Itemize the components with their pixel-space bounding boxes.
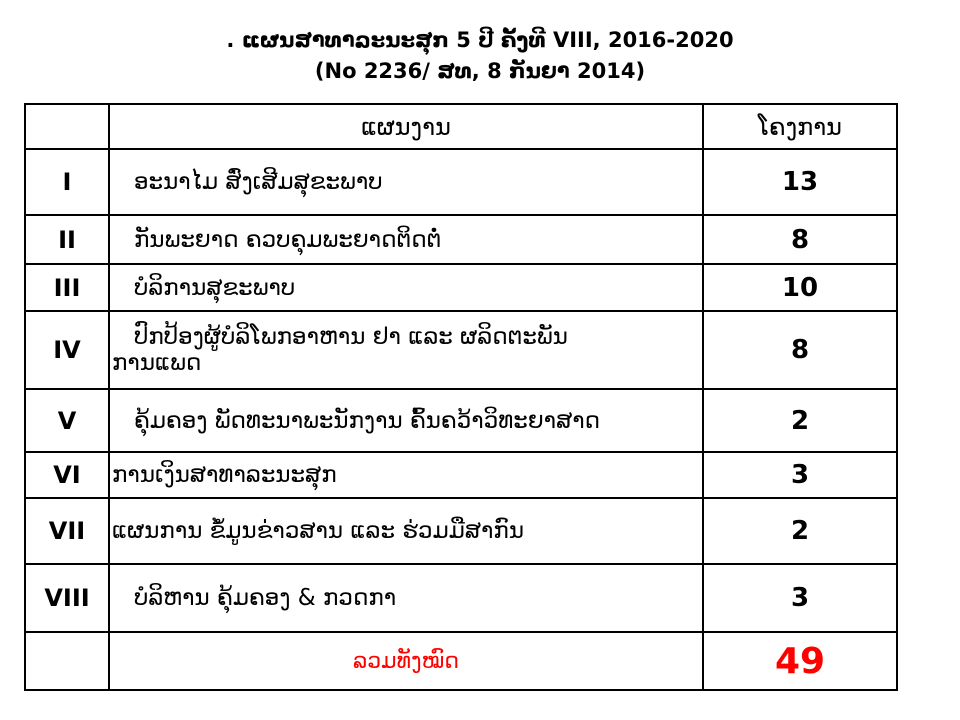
row-plan-text: ອະນາໄມ ສົ່ງເສີມສຸຂະພາບ bbox=[134, 169, 383, 195]
table-header-row: ແຜນງານ ໂຄງການ bbox=[24, 103, 898, 150]
health-plan-table: ແຜນງານ ໂຄງການ I ອະນາໄມ ສົ່ງເສີມສຸຂະພາບ 1… bbox=[24, 103, 898, 691]
row-plan-text: ກັນພະຍາດ ຄວບຄຸມພະຍາດຕິດຕໍ່ bbox=[134, 226, 442, 253]
table-row: III ບໍລິການສຸຂະພາບ 10 bbox=[24, 263, 898, 312]
row-project-count: 10 bbox=[702, 263, 898, 312]
row-number: I bbox=[24, 148, 110, 216]
table-row: V ຄຸ້ມຄອງ ພັດທະນາພະນັກງານ ຄົ້ນຄວ້າວິທະຍາ… bbox=[24, 388, 898, 453]
total-value: 49 bbox=[702, 631, 898, 691]
row-plan-name: ອະນາໄມ ສົ່ງເສີມສຸຂະພາບ bbox=[108, 148, 704, 216]
title-line-2: (No 2236/ ສທ, 8 ກັນຍາ 2014) bbox=[314, 59, 646, 83]
row-number: V bbox=[24, 388, 110, 453]
row-project-count: 8 bbox=[702, 310, 898, 390]
row-project-count: 2 bbox=[702, 497, 898, 565]
table-row: I ອະນາໄມ ສົ່ງເສີມສຸຂະພາບ 13 bbox=[24, 148, 898, 216]
row-plan-text: ຄຸ້ມຄອງ ພັດທະນາພະນັກງານ ຄົ້ນຄວ້າວິທະຍາສາ… bbox=[134, 407, 601, 434]
header-number-cell bbox=[24, 103, 110, 150]
row-number: III bbox=[24, 263, 110, 312]
row-plan-name: ຄຸ້ມຄອງ ພັດທະນາພະນັກງານ ຄົ້ນຄວ້າວິທະຍາສາ… bbox=[108, 388, 704, 453]
row-plan-name: ກັນພະຍາດ ຄວບຄຸມພະຍາດຕິດຕໍ່ bbox=[108, 214, 704, 265]
row-plan-name: ແຜນການ ຂໍ້ມູນຂ່າວສານ ແລະ ຮ່ວມມືສາກົນ bbox=[108, 497, 704, 565]
row-plan-name: ການເງິນສາທາລະນະສຸກ bbox=[108, 451, 704, 499]
row-number: VIII bbox=[24, 563, 110, 633]
row-project-count: 2 bbox=[702, 388, 898, 453]
row-number: IV bbox=[24, 310, 110, 390]
row-plan-text: ບໍລິການສຸຂະພາບ bbox=[134, 274, 296, 301]
row-plan-text-line-1: ປົກປ້ອງຜູ້ບໍລິໂພກອາຫານ ຢາ ແລະ ຜລິດຕະພັນ bbox=[134, 324, 568, 350]
table-row: VII ແຜນການ ຂໍ້ມູນຂ່າວສານ ແລະ ຮ່ວມມືສາກົນ… bbox=[24, 497, 898, 565]
table-row: VIII ບໍລິຫານ ຄຸ້ມຄອງ & ກວດກາ 3 bbox=[24, 563, 898, 633]
title-line-1: . ແຜນສາທາລະນະສຸກ 5 ປີ ຄັ້ງທີ VIII, 2016-… bbox=[226, 28, 734, 52]
row-number: VII bbox=[24, 497, 110, 565]
table-total-row: ລວມທັງໝົດ 49 bbox=[24, 631, 898, 691]
table-row: II ກັນພະຍາດ ຄວບຄຸມພະຍາດຕິດຕໍ່ 8 bbox=[24, 214, 898, 265]
header-plan-cell: ແຜນງານ bbox=[108, 103, 704, 150]
row-project-count: 3 bbox=[702, 563, 898, 633]
row-project-count: 3 bbox=[702, 451, 898, 499]
total-number-cell bbox=[24, 631, 110, 691]
row-plan-text-line-2: ການແພດ bbox=[112, 350, 202, 376]
row-plan-text: ບໍລິຫານ ຄຸ້ມຄອງ & ກວດກາ bbox=[134, 585, 397, 611]
row-project-count: 8 bbox=[702, 214, 898, 265]
row-plan-name: ບໍລິການສຸຂະພາບ bbox=[108, 263, 704, 312]
row-plan-text: ການເງິນສາທາລະນະສຸກ bbox=[112, 462, 337, 488]
row-plan-name: ບໍລິຫານ ຄຸ້ມຄອງ & ກວດກາ bbox=[108, 563, 704, 633]
total-label: ລວມທັງໝົດ bbox=[108, 631, 704, 691]
row-project-count: 13 bbox=[702, 148, 898, 216]
table-row: VI ການເງິນສາທາລະນະສຸກ 3 bbox=[24, 451, 898, 499]
header-projects-cell: ໂຄງການ bbox=[702, 103, 898, 150]
row-number: II bbox=[24, 214, 110, 265]
row-number: VI bbox=[24, 451, 110, 499]
table-row: IV ປົກປ້ອງຜູ້ບໍລິໂພກອາຫານ ຢາ ແລະ ຜລິດຕະພ… bbox=[24, 310, 898, 390]
row-plan-name: ປົກປ້ອງຜູ້ບໍລິໂພກອາຫານ ຢາ ແລະ ຜລິດຕະພັນ … bbox=[108, 310, 704, 390]
row-plan-text: ແຜນການ ຂໍ້ມູນຂ່າວສານ ແລະ ຮ່ວມມືສາກົນ bbox=[112, 518, 524, 544]
